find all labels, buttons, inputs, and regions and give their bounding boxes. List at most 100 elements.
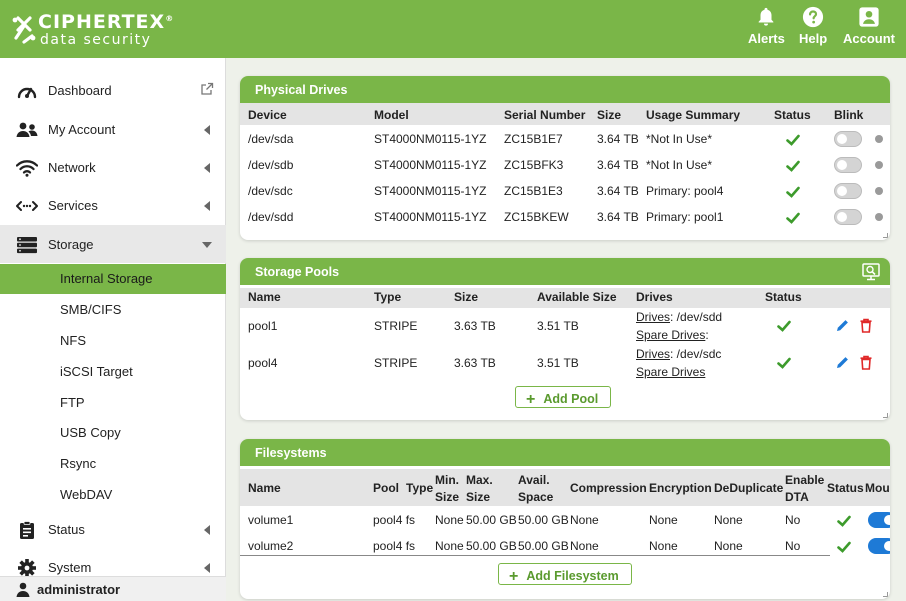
sidebar-item-services[interactable]: Services: [0, 186, 226, 224]
clipboard-icon: [20, 521, 34, 539]
column-header: Encryption: [649, 481, 712, 495]
spare-drives-link[interactable]: Spare Drives: [636, 328, 705, 342]
trash-icon[interactable]: [859, 318, 873, 333]
account-icon: [859, 7, 879, 27]
filesystems-card: Filesystems Name Pool Type Min. Size Max.…: [240, 439, 890, 599]
top-bar: CIPHERTEX® data security Alerts Help Acc…: [0, 0, 906, 58]
drives-link[interactable]: Drives: [636, 310, 670, 324]
add-filesystem-button[interactable]: + Add Filesystem: [498, 563, 632, 585]
edit-pencil-icon[interactable]: [835, 318, 850, 333]
column-header: Size: [454, 290, 479, 304]
resize-handle[interactable]: [883, 592, 888, 597]
card-title: Physical Drives: [240, 76, 890, 103]
led-indicator: [875, 135, 883, 143]
brand-name: CIPHERTEX®: [38, 11, 175, 33]
column-header: Min. Size: [435, 473, 460, 504]
sidebar-subitem-iscsi-target[interactable]: iSCSI Target: [0, 357, 226, 387]
resize-handle[interactable]: [883, 233, 888, 238]
resize-handle[interactable]: [883, 413, 888, 418]
trash-icon[interactable]: [859, 355, 873, 370]
current-user-bar[interactable]: administrator: [0, 576, 226, 601]
column-header: Enable DTA: [785, 473, 825, 504]
sidebar-subitem-usb-copy[interactable]: USB Copy: [0, 418, 226, 448]
plus-icon: +: [526, 391, 536, 408]
question-icon: [802, 6, 824, 28]
column-header: Avail. Space: [518, 473, 554, 504]
monitor-search-icon[interactable]: [862, 263, 880, 281]
main-content: Physical Drives Device Model Serial Numb…: [230, 58, 906, 601]
bell-icon: [759, 7, 774, 26]
column-header: Serial Number: [504, 108, 586, 122]
led-indicator: [875, 187, 883, 195]
led-indicator: [875, 161, 883, 169]
spare-drives-link[interactable]: Spare Drives: [636, 365, 705, 379]
drives-link[interactable]: Drives: [636, 347, 670, 361]
column-header: Compression: [570, 481, 647, 495]
external-link-icon[interactable]: [200, 82, 214, 96]
main-scrollbar[interactable]: [892, 58, 900, 601]
column-header: Type: [406, 481, 434, 495]
status-ok-icon: [837, 515, 851, 527]
caret-left-icon: [204, 525, 210, 535]
status-ok-icon: [777, 357, 791, 369]
status-ok-icon: [837, 541, 851, 553]
status-ok-icon: [777, 320, 791, 332]
card-title: Filesystems: [240, 439, 890, 466]
column-header: Status: [827, 481, 864, 495]
users-icon: [16, 122, 38, 137]
help-button[interactable]: Help: [799, 6, 827, 46]
column-header: Name: [248, 290, 281, 304]
add-pool-button[interactable]: + Add Pool: [515, 386, 612, 408]
blink-toggle[interactable]: [834, 131, 862, 147]
caret-down-icon: [202, 242, 212, 248]
code-arrows-icon: [16, 201, 38, 211]
sidebar-item-my-account[interactable]: My Account: [0, 110, 226, 148]
sidebar-item-network[interactable]: Network: [0, 148, 226, 186]
wifi-icon: [16, 160, 38, 177]
ciphertex-logo[interactable]: CIPHERTEX® data security: [10, 10, 180, 50]
status-ok-icon: [786, 160, 800, 172]
sidebar-subitem-nfs[interactable]: NFS: [0, 326, 226, 356]
sidebar-subitem-internal-storage[interactable]: Internal Storage: [0, 264, 226, 294]
led-indicator: [875, 213, 883, 221]
column-header: Drives: [636, 290, 673, 304]
user-icon: [16, 582, 30, 597]
column-header: Model: [374, 108, 409, 122]
column-header: Max. Size: [466, 473, 493, 504]
mount-toggle[interactable]: [868, 538, 890, 554]
account-button[interactable]: Account: [843, 6, 895, 46]
column-header: Status: [774, 108, 811, 122]
sidebar-subitem-smb-cifs[interactable]: SMB/CIFS: [0, 295, 226, 325]
sidebar-subitem-webdav[interactable]: WebDAV: [0, 480, 226, 510]
storage-icon: [17, 237, 37, 254]
column-header: Name: [248, 481, 281, 495]
column-header: Usage Summary: [646, 108, 741, 122]
brand-tagline: data security: [40, 32, 152, 48]
sidebar-item-storage[interactable]: Storage: [0, 225, 226, 263]
column-header: Size: [597, 108, 622, 122]
column-header: Type: [374, 290, 402, 304]
caret-left-icon: [204, 125, 210, 135]
sidebar-item-dashboard[interactable]: Dashboard: [0, 71, 226, 109]
column-header: Status: [765, 290, 802, 304]
blink-toggle[interactable]: [834, 157, 862, 173]
table-scroll-divider: [240, 555, 830, 556]
mount-toggle[interactable]: [868, 512, 890, 528]
physical-drives-card: Physical Drives Device Model Serial Numb…: [240, 76, 890, 240]
blink-toggle[interactable]: [834, 183, 862, 199]
sidebar: Dashboard My Account Network Services St…: [0, 58, 226, 601]
sidebar-subitem-ftp[interactable]: FTP: [0, 388, 226, 418]
edit-pencil-icon[interactable]: [835, 355, 850, 370]
column-header: Device: [248, 108, 287, 122]
card-title: Storage Pools: [240, 258, 890, 285]
status-ok-icon: [786, 186, 800, 198]
column-header: Mou: [865, 481, 890, 495]
column-header: Blink: [834, 108, 864, 122]
alerts-button[interactable]: Alerts: [748, 6, 785, 46]
column-header: Pool: [373, 481, 399, 495]
caret-left-icon: [204, 201, 210, 211]
storage-pools-card: Storage Pools Name Type Size Available S…: [240, 258, 890, 420]
sidebar-subitem-rsync[interactable]: Rsync: [0, 449, 226, 479]
sidebar-item-status[interactable]: Status: [0, 510, 226, 548]
blink-toggle[interactable]: [834, 209, 862, 225]
